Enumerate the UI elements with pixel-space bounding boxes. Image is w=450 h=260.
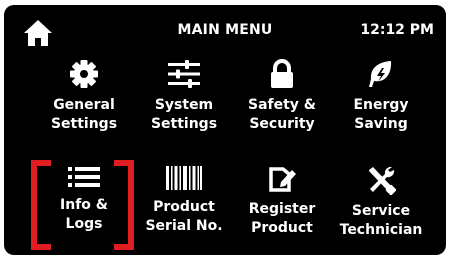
- tile-label: Service Technician: [339, 203, 423, 238]
- lock-icon: [271, 59, 293, 88]
- tile-label: Safety & Security: [247, 97, 317, 132]
- safety-security-button[interactable]: Safety & Security: [232, 59, 332, 134]
- register-icon: [269, 167, 296, 192]
- sliders-icon: [168, 60, 200, 88]
- service-technician-button[interactable]: Service Technician: [331, 165, 431, 240]
- gear-icon: [70, 60, 98, 88]
- clock-time: 12:12 PM: [360, 22, 434, 38]
- tile-label: General Settings: [50, 97, 118, 132]
- tools-icon: [369, 166, 396, 195]
- device-screen: MAIN MENU 12:12 PM General Settings Syst…: [4, 5, 446, 255]
- list-icon: [68, 167, 100, 187]
- tile-label: Register Product: [248, 201, 316, 236]
- leaf-icon: [369, 61, 392, 87]
- barcode-icon: [166, 166, 202, 190]
- tile-label: System Settings: [150, 97, 218, 132]
- general-settings-button[interactable]: General Settings: [34, 59, 134, 134]
- tile-label: Product Serial No.: [145, 199, 223, 234]
- info-logs-button[interactable]: Info & Logs: [34, 165, 134, 234]
- tile-label: Energy Saving: [353, 97, 409, 132]
- register-product-button[interactable]: Register Product: [232, 165, 332, 238]
- product-serial-button[interactable]: Product Serial No.: [134, 165, 234, 236]
- system-settings-button[interactable]: System Settings: [134, 59, 234, 134]
- energy-saving-button[interactable]: Energy Saving: [331, 59, 431, 134]
- tile-label: Info & Logs: [60, 197, 108, 232]
